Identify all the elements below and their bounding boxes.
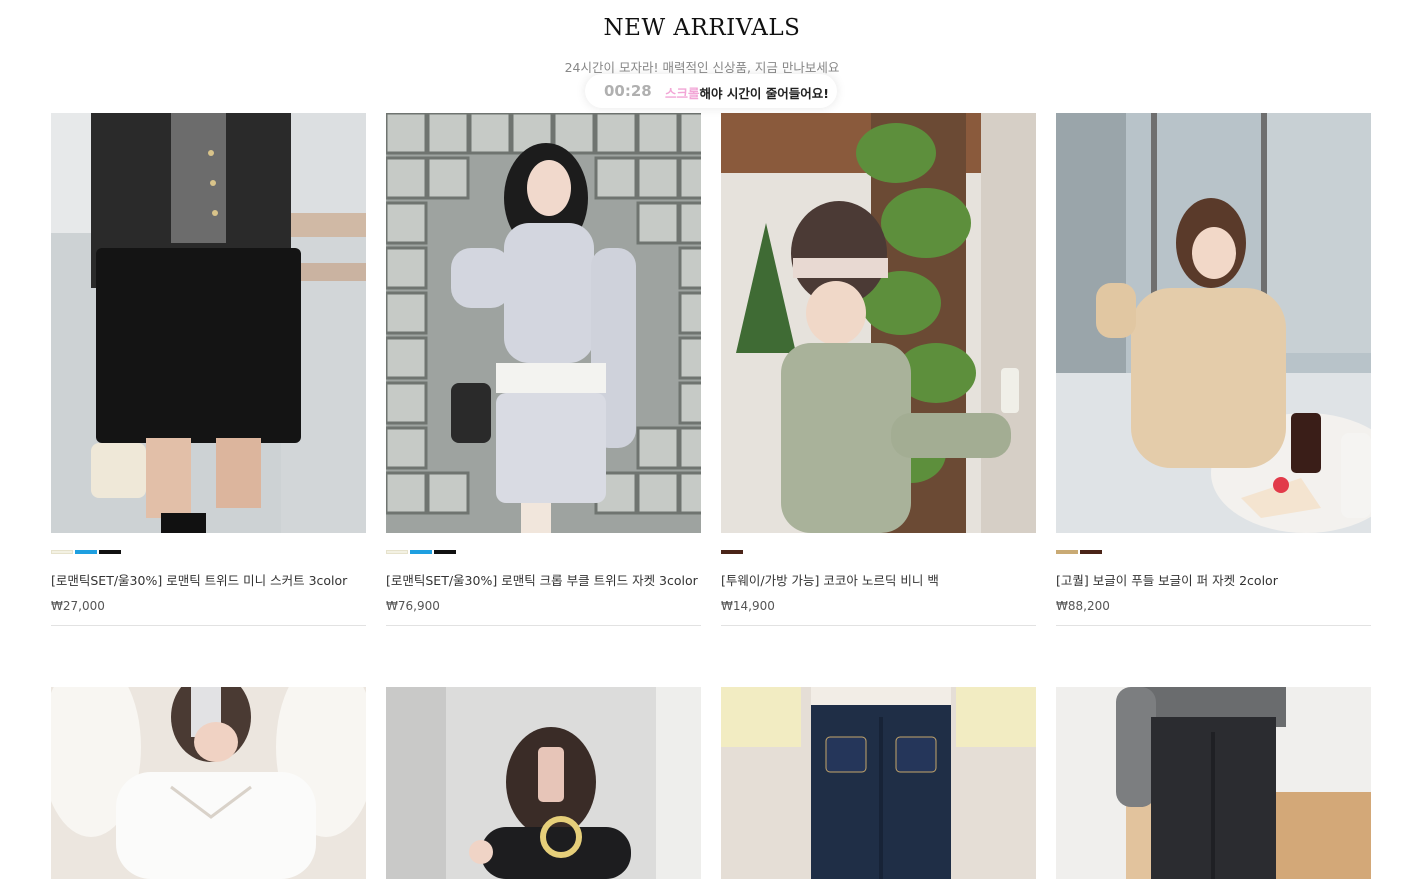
product-image[interactable] — [1056, 687, 1371, 879]
card-divider — [1056, 625, 1371, 626]
color-swatches — [386, 550, 456, 554]
color-swatch[interactable] — [386, 550, 408, 554]
color-swatch[interactable] — [51, 550, 73, 554]
color-swatch[interactable] — [75, 550, 97, 554]
product-name[interactable]: [로맨틱SET/울30%] 로맨틱 트위드 미니 스커트 3color — [51, 570, 366, 589]
timer-message: 스크롤해야 시간이 줄어들어요! — [665, 83, 829, 102]
product-image[interactable] — [721, 687, 1036, 879]
product-name[interactable]: [고퀄] 보글이 푸들 보글이 퍼 자켓 2color — [1056, 570, 1371, 589]
product-price: ₩76,900 — [386, 599, 440, 613]
timer-clock: 00:28 — [604, 82, 652, 100]
color-swatch[interactable] — [1080, 550, 1102, 554]
color-swatch[interactable] — [721, 550, 743, 554]
color-swatches — [1056, 550, 1102, 554]
color-swatch[interactable] — [99, 550, 121, 554]
color-swatch[interactable] — [1056, 550, 1078, 554]
card-divider — [386, 625, 701, 626]
product-price: ₩27,000 — [51, 599, 105, 613]
product-image[interactable] — [1056, 113, 1371, 533]
product-price: ₩14,900 — [721, 599, 775, 613]
product-image[interactable] — [51, 113, 366, 533]
product-image[interactable] — [386, 687, 701, 879]
product-image[interactable] — [721, 113, 1036, 533]
timer-message-text: 해야 시간이 줄어들어요! — [699, 86, 829, 101]
color-swatch[interactable] — [410, 550, 432, 554]
color-swatches — [51, 550, 121, 554]
product-name[interactable]: [투웨이/가방 가능] 코코아 노르딕 비니 백 — [721, 570, 1036, 589]
section-title: NEW ARRIVALS — [603, 15, 801, 41]
card-divider — [721, 625, 1036, 626]
color-swatches — [721, 550, 743, 554]
color-swatch[interactable] — [434, 550, 456, 554]
product-image[interactable] — [386, 113, 701, 533]
product-image[interactable] — [51, 687, 366, 879]
scroll-timer-badge: 00:28 스크롤해야 시간이 줄어들어요! — [585, 74, 837, 108]
timer-highlight: 스크롤 — [665, 86, 700, 101]
product-price: ₩88,200 — [1056, 599, 1110, 613]
product-name[interactable]: [로맨틱SET/울30%] 로맨틱 크롭 부클 트위드 자켓 3color — [386, 570, 701, 589]
card-divider — [51, 625, 366, 626]
